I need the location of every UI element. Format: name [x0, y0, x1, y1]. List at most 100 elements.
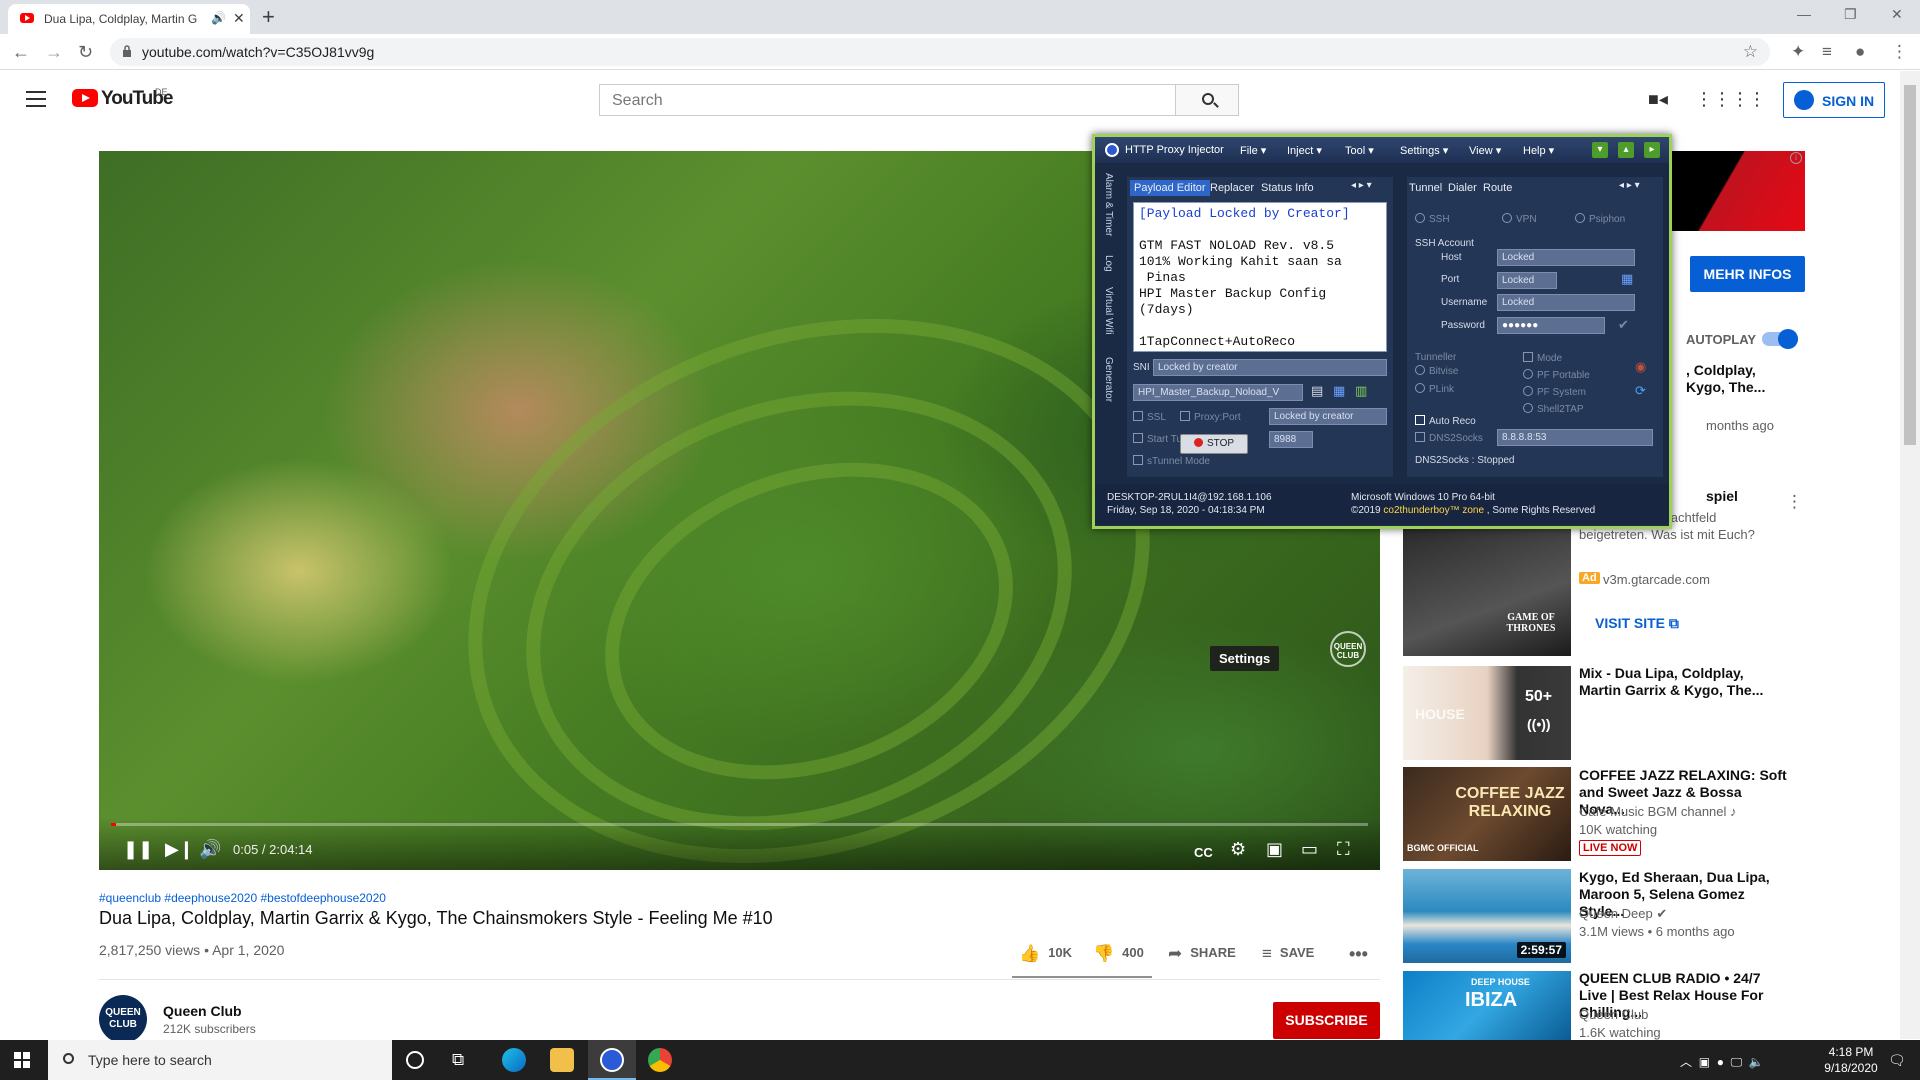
show-password-check-icon[interactable]: ✔: [1618, 317, 1629, 333]
export-config-icon[interactable]: ▥: [1355, 383, 1367, 399]
local-port-field[interactable]: 8988: [1269, 431, 1313, 448]
settings-more-icon[interactable]: ⋮: [1748, 89, 1766, 110]
tab-alarm-timer[interactable]: Alarm & Timer: [1103, 173, 1114, 236]
proxy-port-checkbox[interactable]: Proxy:Port: [1180, 411, 1241, 423]
video-thumbnail[interactable]: 2:59:57: [1403, 869, 1571, 963]
taskbar-clock[interactable]: 4:18 PM 9/18/2020: [1818, 1044, 1884, 1076]
scrollbar-thumb[interactable]: [1904, 85, 1916, 445]
psiphon-radio[interactable]: Psiphon: [1575, 213, 1625, 225]
profile-icon[interactable]: ●: [1855, 42, 1865, 62]
network-icon[interactable]: 🖵: [1731, 1055, 1743, 1069]
channel-name[interactable]: Queen Deep ✔: [1579, 905, 1667, 922]
mehr-infos-button[interactable]: MEHR INFOS: [1690, 256, 1805, 292]
back-arrow-icon[interactable]: ←: [12, 42, 30, 63]
extensions-puzzle-icon[interactable]: ✦: [1791, 42, 1805, 62]
media-queue-icon[interactable]: ≡: [1822, 42, 1832, 62]
menu-file[interactable]: File: [1240, 144, 1266, 157]
tab-virtual-wifi[interactable]: Virtual Wifi: [1103, 287, 1114, 335]
port-options-icon[interactable]: ▦: [1621, 271, 1633, 287]
copyright-author[interactable]: co2thunderboy™ zone: [1383, 505, 1484, 516]
tab-tunnel[interactable]: Tunnel: [1409, 182, 1442, 194]
tab-payload-editor[interactable]: Payload Editor: [1130, 180, 1210, 196]
miniplayer-icon[interactable]: ▣: [1266, 839, 1283, 860]
host-field[interactable]: Locked: [1497, 249, 1635, 266]
dns2socks-checkbox[interactable]: DNS2Socks: [1415, 432, 1483, 444]
browser-tab[interactable]: Dua Lipa, Coldplay, Martin G 🔊 ✕: [8, 4, 250, 34]
more-actions-icon[interactable]: •••: [1349, 944, 1368, 965]
close-tab-icon[interactable]: ✕: [233, 10, 245, 27]
ad-more-icon[interactable]: ⋮: [1786, 492, 1803, 512]
channel-name[interactable]: Queen Club: [1579, 1006, 1648, 1023]
tab-generator[interactable]: Generator: [1103, 357, 1114, 402]
tab-route[interactable]: Route: [1483, 182, 1512, 194]
windows-start-icon[interactable]: [14, 1052, 30, 1068]
ssl-checkbox[interactable]: SSL: [1133, 411, 1166, 423]
payload-editor-textarea[interactable]: [Payload Locked by Creator] GTM FAST NOL…: [1133, 202, 1387, 352]
menu-inject[interactable]: Inject: [1287, 144, 1322, 157]
menu-settings[interactable]: Settings: [1400, 144, 1448, 157]
search-button[interactable]: [1175, 84, 1239, 116]
file-explorer-icon[interactable]: [550, 1048, 574, 1072]
tray-chevron-icon[interactable]: ︿: [1680, 1055, 1692, 1069]
youtube-logo-icon[interactable]: [72, 89, 98, 107]
save-config-icon[interactable]: ▦: [1333, 383, 1345, 399]
shell2tap-radio[interactable]: Shell2TAP: [1523, 403, 1584, 415]
tab-scroll-arrows-icon[interactable]: ◂ ▸ ▾: [1619, 180, 1640, 191]
tab-scroll-arrows-icon[interactable]: ◂ ▸ ▾: [1351, 180, 1372, 191]
http-proxy-injector-taskbar-icon[interactable]: [600, 1048, 624, 1072]
open-file-icon[interactable]: ▤: [1311, 383, 1323, 399]
save-button[interactable]: ≡ SAVE: [1262, 944, 1314, 964]
dislike-button[interactable]: 👎 400: [1093, 944, 1144, 964]
chrome-menu-icon[interactable]: ⋮: [1891, 42, 1908, 62]
stop-button[interactable]: STOP: [1180, 434, 1248, 454]
fullscreen-icon[interactable]: ⛶: [1337, 839, 1350, 860]
reload-icon[interactable]: ↻: [78, 42, 93, 63]
settings-gear-icon[interactable]: ⚙: [1230, 839, 1246, 860]
like-button[interactable]: 👍 10K: [1019, 944, 1072, 964]
ad-title[interactable]: spiel: [1706, 488, 1738, 505]
taskbar-search-input[interactable]: Type here to search: [48, 1040, 392, 1080]
address-bar[interactable]: youtube.com/watch?v=C35OJ81vv9g ☆: [110, 38, 1770, 66]
cortana-icon[interactable]: [406, 1051, 424, 1069]
tray-app-icon[interactable]: ▣: [1699, 1055, 1710, 1069]
tab-status-info[interactable]: Status Info: [1261, 182, 1314, 194]
proxy-titlebar[interactable]: HTTP Proxy Injector File Inject Tool Set…: [1095, 137, 1669, 163]
chrome-icon[interactable]: [648, 1048, 672, 1072]
maximize-icon[interactable]: ▴: [1618, 142, 1634, 158]
channel-watermark[interactable]: QUEEN CLUB: [1330, 631, 1366, 667]
stunnel-mode-checkbox[interactable]: sTunnel Mode: [1133, 455, 1210, 467]
video-thumbnail[interactable]: COFFEE JAZZ RELAXING BGMC OFFICIAL: [1403, 767, 1571, 861]
pf-portable-radio[interactable]: PF Portable: [1523, 369, 1590, 381]
bookmark-star-icon[interactable]: ☆: [1743, 42, 1758, 62]
tab-dialer[interactable]: Dialer: [1448, 182, 1477, 194]
ad-thumbnail[interactable]: GAME OF THRONES: [1403, 528, 1571, 656]
netflix-ad-banner[interactable]: [1672, 151, 1805, 231]
sni-field[interactable]: Locked by creator: [1153, 359, 1387, 376]
refresh-icon[interactable]: ⟳: [1635, 383, 1646, 399]
minimize-icon[interactable]: —: [1797, 6, 1811, 22]
restore-icon[interactable]: ❐: [1844, 6, 1857, 23]
apps-grid-icon[interactable]: ⋮⋮⋮: [1695, 89, 1749, 110]
visit-site-button[interactable]: VISIT SITE ⧉: [1595, 615, 1679, 632]
edge-icon[interactable]: [502, 1048, 526, 1072]
pause-icon[interactable]: ❚❚: [123, 839, 153, 860]
search-input[interactable]: Search: [599, 84, 1176, 116]
config-select[interactable]: HPI_Master_Backup_Noload_V: [1133, 384, 1303, 401]
ad-info-icon[interactable]: i: [1790, 152, 1802, 164]
volume-icon[interactable]: 🔊: [199, 839, 221, 860]
video-progress-bar[interactable]: [111, 823, 1368, 826]
share-button[interactable]: ➦ SHARE: [1168, 944, 1236, 964]
video-thumbnail[interactable]: 50+ ((•)) HOUSE: [1403, 666, 1571, 760]
mode-checkbox[interactable]: Mode: [1523, 352, 1562, 364]
video-title-link[interactable]: Mix - Dua Lipa, Coldplay, Martin Garrix …: [1579, 665, 1789, 699]
menu-view[interactable]: View: [1469, 144, 1501, 157]
password-field[interactable]: ●●●●●●: [1497, 317, 1605, 334]
menu-tool[interactable]: Tool: [1345, 144, 1374, 157]
minimize-icon[interactable]: ▾: [1592, 142, 1608, 158]
proxy-port-field[interactable]: Locked by creator: [1269, 408, 1387, 425]
channel-name[interactable]: Cafe Music BGM channel ♪: [1579, 803, 1737, 820]
close-window-icon[interactable]: ✕: [1891, 6, 1903, 23]
vpn-radio[interactable]: VPN: [1502, 213, 1537, 225]
forward-arrow-icon[interactable]: →: [45, 42, 63, 63]
theater-mode-icon[interactable]: ▭: [1301, 839, 1318, 860]
